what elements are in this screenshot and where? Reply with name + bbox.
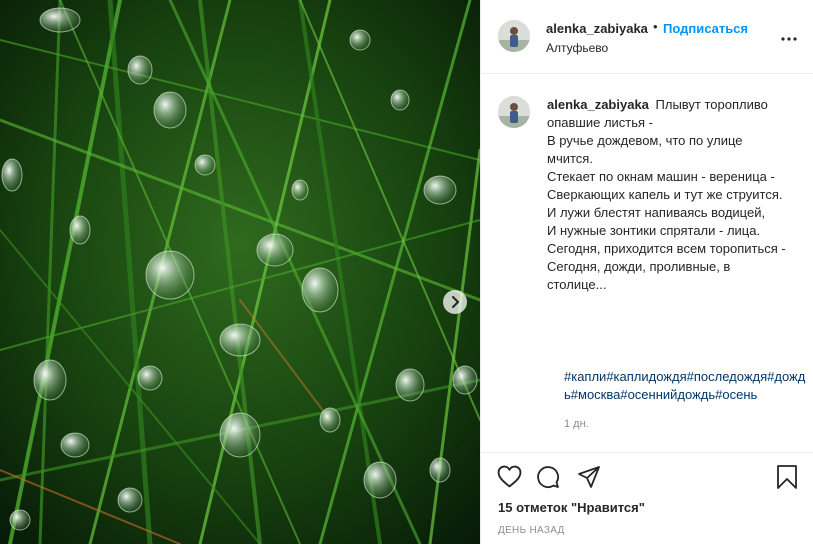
more-options-button[interactable] xyxy=(781,28,797,46)
caption-line: Сегодня, дожди, проливные, в столице... xyxy=(547,259,731,292)
caption-line: И лужи блестят напиваясь водицей, xyxy=(547,205,766,220)
caption-text: alenka_zabiyaka Плывут торопливо опавшие… xyxy=(547,96,792,294)
bookmark-icon xyxy=(777,465,797,489)
post-photo[interactable] xyxy=(0,0,480,544)
avatar-image xyxy=(498,96,530,128)
caption-line: И нужные зонтики спрятали - лица. xyxy=(547,223,761,238)
more-icon xyxy=(781,37,797,41)
follow-button[interactable]: Подписаться xyxy=(663,21,748,36)
author-username[interactable]: alenka_zabiyaka xyxy=(546,21,648,36)
post-date[interactable]: ДЕНЬ НАЗАД xyxy=(498,525,565,536)
post-sidebar: alenka_zabiyaka • Подписаться Алтуфьево xyxy=(480,0,813,544)
heart-icon xyxy=(497,465,522,488)
caption-username[interactable]: alenka_zabiyaka xyxy=(547,97,649,112)
save-button[interactable] xyxy=(776,465,798,494)
caption-line: Сверкающих капель и тут же струится. xyxy=(547,187,783,202)
instagram-post: alenka_zabiyaka • Подписаться Алтуфьево xyxy=(0,0,813,544)
like-button[interactable] xyxy=(497,465,522,493)
post-location[interactable]: Алтуфьево xyxy=(546,41,608,55)
author-avatar[interactable] xyxy=(498,20,530,52)
comment-icon xyxy=(537,466,559,488)
caption-line: Сегодня, приходится всем торопиться - xyxy=(547,241,786,256)
share-button[interactable] xyxy=(577,465,601,494)
caption-time: 1 дн. xyxy=(564,418,589,430)
caption-line: Стекает по окнам машин - вереница - xyxy=(547,169,775,184)
comment-button[interactable] xyxy=(536,465,560,494)
next-slide-button[interactable] xyxy=(443,290,467,314)
caption-avatar[interactable] xyxy=(498,96,530,128)
chevron-right-icon xyxy=(452,296,459,308)
share-icon xyxy=(578,466,600,488)
grass-raindrops-image xyxy=(0,0,480,544)
caption-line: В ручье дождевом, что по улице мчится. xyxy=(547,133,743,166)
post-actions: 15 отметок "Нравится" ДЕНЬ НАЗАД xyxy=(481,452,813,544)
hashtags[interactable]: #капли#каплидождя#последождя#дождь#москв… xyxy=(564,368,809,404)
separator-dot: • xyxy=(653,19,658,34)
avatar-image xyxy=(498,20,530,52)
likes-count[interactable]: 15 отметок "Нравится" xyxy=(498,500,645,515)
post-header: alenka_zabiyaka • Подписаться Алтуфьево xyxy=(481,0,813,74)
